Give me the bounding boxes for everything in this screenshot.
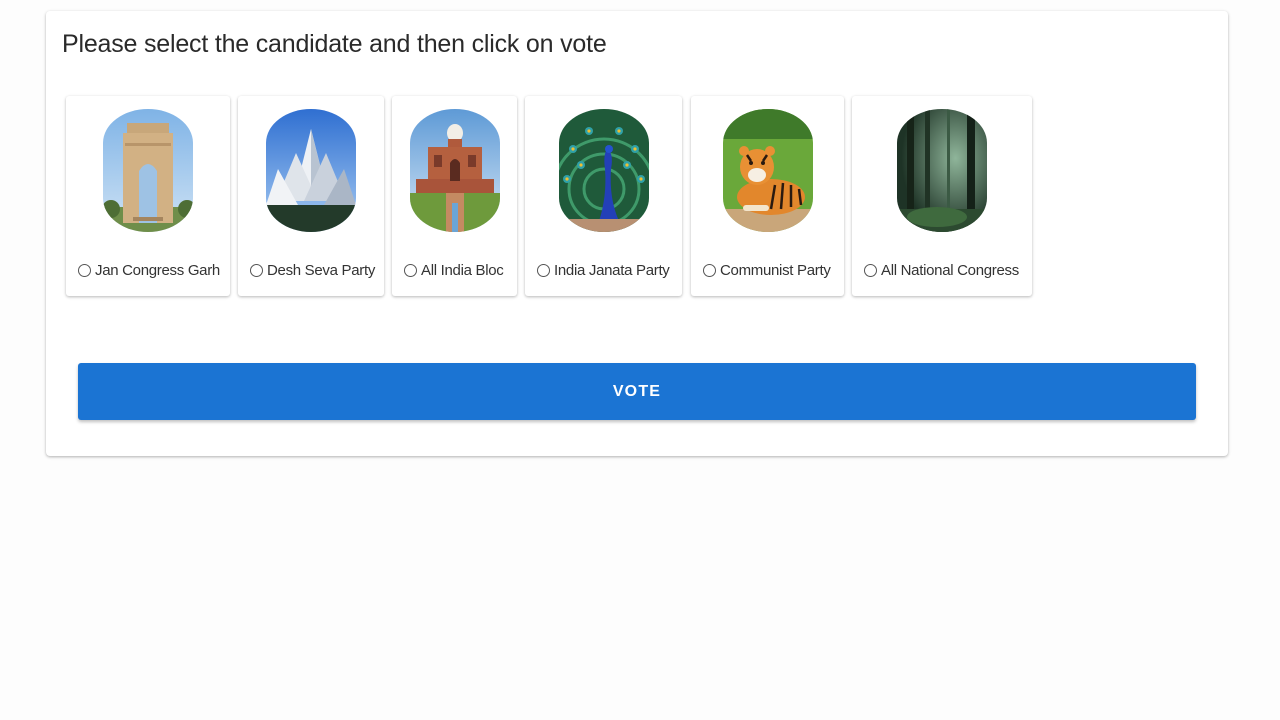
vote-button[interactable]: VOTE	[78, 363, 1196, 420]
radio-india-janata-party[interactable]	[537, 264, 550, 277]
candidate-card-jan-congress-garh[interactable]: Jan Congress Garh	[66, 96, 230, 296]
candidate-option[interactable]: Jan Congress Garh	[78, 262, 222, 279]
radio-jan-congress-garh[interactable]	[78, 264, 91, 277]
lotus-temple-icon	[266, 109, 356, 232]
radio-communist-party[interactable]	[703, 264, 716, 277]
candidate-card-desh-seva-party[interactable]: Desh Seva Party	[238, 96, 384, 296]
candidate-card-communist-party[interactable]: Communist Party	[691, 96, 844, 296]
candidate-label: India Janata Party	[554, 262, 670, 279]
india-gate-icon	[103, 109, 193, 232]
candidate-label: All National Congress	[881, 262, 1019, 279]
candidate-option[interactable]: Desh Seva Party	[250, 262, 376, 279]
peacock-icon	[558, 109, 649, 232]
candidate-option[interactable]: All India Bloc	[404, 262, 509, 279]
candidate-label: All India Bloc	[421, 262, 504, 279]
humayun-tomb-icon	[409, 109, 500, 232]
radio-desh-seva-party[interactable]	[250, 264, 263, 277]
candidate-option[interactable]: All National Congress	[864, 262, 1024, 279]
candidate-label: Desh Seva Party	[267, 262, 376, 279]
candidate-card-india-janata-party[interactable]: India Janata Party	[525, 96, 682, 296]
candidate-option[interactable]: Communist Party	[703, 262, 836, 279]
candidate-label: Communist Party	[720, 262, 831, 279]
radio-all-india-bloc[interactable]	[404, 264, 417, 277]
forest-icon	[897, 109, 987, 232]
candidate-card-all-india-bloc[interactable]: All India Bloc	[392, 96, 517, 296]
tiger-icon	[722, 109, 813, 232]
vote-form-panel: Please select the candidate and then cli…	[46, 11, 1228, 456]
radio-all-national-congress[interactable]	[864, 264, 877, 277]
candidate-option[interactable]: India Janata Party	[537, 262, 674, 279]
candidate-card-all-national-congress[interactable]: All National Congress	[852, 96, 1032, 296]
candidate-label: Jan Congress Garh	[95, 262, 220, 279]
page-heading: Please select the candidate and then cli…	[62, 30, 607, 58]
